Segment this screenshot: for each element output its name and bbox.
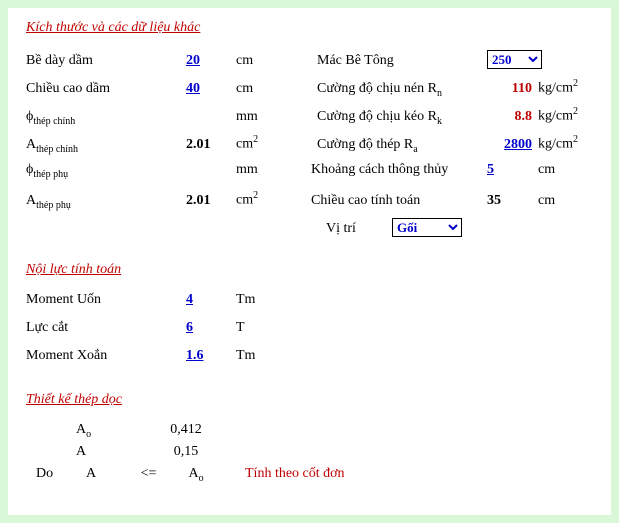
design-cmp-note: Tính theo cốt đơn	[221, 466, 345, 482]
unit-cm: cm	[538, 193, 593, 209]
unit-tm: Tm	[236, 348, 291, 364]
label-vi-tri: Vị trí	[326, 221, 386, 237]
design-cmp-op: <=	[126, 466, 171, 482]
section-title-forces: Nội lực tính toán	[26, 262, 593, 278]
unit-cm: cm	[236, 53, 291, 69]
value-chieu-cao-tt: 35	[481, 193, 538, 209]
value-moment-xoan[interactable]: 1.6	[186, 348, 204, 363]
value-ra[interactable]: 2800	[504, 137, 532, 152]
design-cmp-lhs: A	[86, 466, 126, 482]
value-a-thep-phu: 2.01	[186, 193, 236, 209]
unit-kgcm2: kg/cm2	[538, 134, 593, 153]
value-luc-cat[interactable]: 6	[186, 320, 193, 335]
value-a-thep-chinh: 2.01	[186, 137, 236, 153]
label-be-day-dam: Bề dày dầm	[26, 53, 186, 69]
label-rn: Cường độ chịu nén Rn	[317, 81, 487, 99]
label-mac-betong: Mác Bê Tông	[317, 53, 487, 69]
value-rn: 110	[487, 81, 538, 97]
label-moment-uon: Moment Uốn	[26, 292, 186, 308]
label-chieu-cao-tt: Chiều cao tính toán	[311, 193, 481, 209]
label-moment-xoan: Moment Xoắn	[26, 348, 186, 364]
unit-cm: cm	[236, 81, 291, 97]
unit-cm: cm	[538, 162, 593, 178]
value-chieu-cao-dam[interactable]: 40	[186, 81, 200, 96]
value-moment-uon[interactable]: 4	[186, 292, 193, 307]
label-rk: Cường độ chịu kéo Rk	[317, 109, 487, 127]
design-A-value: 0,15	[161, 444, 211, 460]
label-chieu-cao-dam: Chiều cao dầm	[26, 81, 186, 97]
label-luc-cat: Lực cắt	[26, 320, 186, 336]
design-cmp-do: Do	[26, 466, 86, 482]
section-title-design: Thiết kế thép dọc	[26, 392, 593, 408]
unit-mm: mm	[236, 109, 291, 125]
unit-mm: mm	[236, 162, 291, 178]
select-mac-betong[interactable]: 250	[487, 50, 542, 69]
unit-cm2: cm2	[236, 190, 291, 209]
label-phi-thep-phu: ϕthép phụ	[26, 162, 186, 180]
design-cmp-rhs: Ao	[171, 466, 221, 484]
unit-kgcm2: kg/cm2	[538, 106, 593, 125]
select-vi-tri[interactable]: Gối	[392, 218, 462, 237]
label-a-thep-chinh: Athép chính	[26, 137, 186, 155]
unit-cm2: cm2	[236, 134, 291, 153]
design-A-label: A	[76, 444, 116, 460]
value-rk: 8.8	[487, 109, 538, 125]
design-Ao-label: Ao	[76, 422, 116, 440]
unit-t: T	[236, 320, 291, 336]
section-title-dimensions: Kích thước và các dữ liệu khác	[26, 20, 593, 36]
label-ra: Cường độ thép Ra	[317, 137, 487, 155]
unit-kgcm2: kg/cm2	[538, 78, 593, 97]
value-khoang-cach[interactable]: 5	[487, 162, 494, 177]
unit-tm: Tm	[236, 292, 291, 308]
design-Ao-value: 0,412	[161, 422, 211, 438]
label-khoang-cach: Khoảng cách thông thủy	[311, 162, 481, 178]
value-be-day-dam[interactable]: 20	[186, 53, 200, 68]
label-phi-thep-chinh: ϕthép chính	[26, 109, 186, 127]
label-a-thep-phu: Athép phụ	[26, 193, 186, 211]
